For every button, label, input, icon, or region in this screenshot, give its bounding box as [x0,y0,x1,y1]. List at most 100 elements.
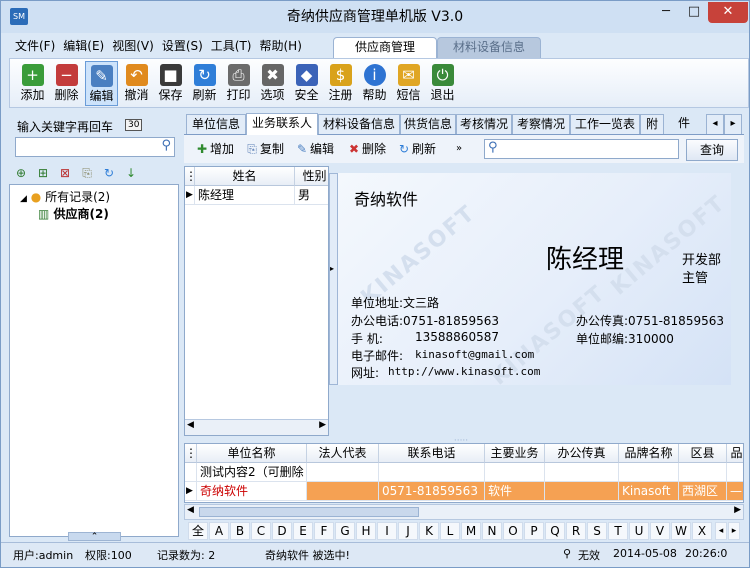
col-legal-rep[interactable]: 法人代表 [307,444,379,463]
supplier-hscroll[interactable]: ◀ ▶ [184,504,744,520]
card-collapse-handle[interactable]: ▸ [329,173,338,385]
tab-unit-info[interactable]: 单位信息 [186,114,246,134]
undo-button[interactable]: ↶ 撤消 [120,61,153,106]
alpha-letter[interactable]: A [209,522,229,540]
edit-button[interactable]: ✎ 编辑 [85,61,118,106]
alpha-all[interactable]: 全 [188,522,208,540]
alpha-letter[interactable]: Q [545,522,565,540]
contact-add-button[interactable]: ✚ 增加 [194,140,234,158]
alpha-letter[interactable]: M [461,522,481,540]
tree-add-icon[interactable]: ⊕ [11,163,31,183]
tree-root[interactable]: ◢ ● 所有记录(2) [20,188,110,205]
alpha-letter[interactable]: L [440,522,460,540]
contact-name-cell[interactable]: 陈经理 [195,186,295,205]
column-header-name[interactable]: 姓名 [195,167,295,186]
save-button[interactable]: ■ 保存 [154,61,187,106]
alpha-letter[interactable]: B [230,522,250,540]
alpha-letter[interactable]: U [629,522,649,540]
ribbon-tab-material[interactable]: 材料设备信息 [437,37,541,58]
col-phone[interactable]: 联系电话 [379,444,485,463]
alpha-letter[interactable]: E [293,522,313,540]
col-fax[interactable]: 办公传真 [545,444,619,463]
vertical-splitter[interactable] [179,113,183,541]
exit-button[interactable]: ⏻ 退出 [426,61,459,106]
toolbar-overflow-icon[interactable]: » [456,140,462,158]
contact-edit-button[interactable]: ✎ 编辑 [294,140,334,158]
scroll-right-icon[interactable]: ▶ [319,420,326,430]
alpha-letter[interactable]: R [566,522,586,540]
tree-delete-icon[interactable]: ⊠ [55,163,75,183]
col-brand[interactable]: 品牌名称 [619,444,679,463]
contacts-hscroll[interactable]: ◀ ▶ [185,419,328,435]
contact-refresh-button[interactable]: ↻ 刷新 [396,140,436,158]
supplier-name-cell[interactable]: 测试内容2（可删除 [197,463,307,482]
tree-group-icon[interactable]: ⊞ [33,163,53,183]
register-button[interactable]: $ 注册 [324,61,357,106]
options-button[interactable]: ✖ 选项 [256,61,289,106]
alpha-letter[interactable]: V [650,522,670,540]
selected-supplier-phone[interactable]: 0571-81859563 [379,482,485,501]
query-button[interactable]: 查询 [686,139,738,161]
alpha-letter[interactable]: P [524,522,544,540]
alpha-letter[interactable]: C [251,522,271,540]
contact-copy-button[interactable]: ⎘ 复制 [244,140,284,158]
alpha-letter[interactable]: O [503,522,523,540]
col-more[interactable]: 品 [727,444,743,463]
scroll-thumb[interactable] [199,507,419,517]
selected-supplier-name[interactable]: 奇纳软件 [197,482,307,501]
keyword-search-input[interactable]: ⚲ [15,137,175,157]
security-button[interactable]: ◆ 安全 [290,61,323,106]
column-header-gender[interactable]: 性别 [295,167,328,186]
scroll-left-icon[interactable]: ◀ [187,505,194,515]
scroll-right-icon[interactable]: ▶ [734,505,741,515]
ribbon-tab-supplier[interactable]: 供应商管理 [333,37,437,58]
search-icon[interactable]: ⚲ [161,138,171,153]
close-button[interactable]: ✕ [708,2,748,23]
alpha-scroll-left-icon[interactable]: ◂ [715,522,727,540]
sms-button[interactable]: ✉ 短信 [392,61,425,106]
add-button[interactable]: + 添加 [16,61,49,106]
alpha-letter[interactable]: G [335,522,355,540]
tab-worklist[interactable]: 工作一览表 [570,114,640,134]
collapse-icon[interactable]: ◢ [20,194,27,204]
scroll-left-icon[interactable]: ◀ [187,420,194,430]
tree-down-icon[interactable]: ↓ [121,163,141,183]
tab-materials[interactable]: 材料设备信息 [318,114,400,134]
alpha-letter[interactable]: F [314,522,334,540]
tab-contacts[interactable]: 业务联系人 [246,113,318,135]
alpha-letter[interactable]: X [692,522,712,540]
tree-refresh-icon[interactable]: ↻ [99,163,119,183]
tree-supplier[interactable]: ▥ 供应商(2) [38,205,109,222]
maximize-button[interactable]: □ [681,2,707,23]
delete-button[interactable]: − 删除 [50,61,83,106]
tab-scroll-left-icon[interactable]: ◂ [706,114,724,134]
alpha-letter[interactable]: J [398,522,418,540]
alpha-letter[interactable]: T [608,522,628,540]
help-button[interactable]: i 帮助 [358,61,391,106]
contact-search-input[interactable]: ⚲ [484,139,679,159]
tab-supply[interactable]: 供货信息 [400,114,456,134]
col-business[interactable]: 主要业务 [485,444,545,463]
alpha-letter[interactable]: D [272,522,292,540]
tab-inspection[interactable]: 考察情况 [512,114,570,134]
minimize-button[interactable]: ─ [652,2,680,23]
horizontal-splitter[interactable]: ····· [441,437,481,446]
refresh-button[interactable]: ↻ 刷新 [188,61,221,106]
tab-scroll-right-icon[interactable]: ▸ [724,114,742,134]
left-splitter-handle[interactable]: ⌃ [68,532,121,542]
tab-attachment[interactable]: 附 [640,114,664,134]
col-district[interactable]: 区县 [679,444,727,463]
col-unit-name[interactable]: 单位名称 [197,444,307,463]
tab-assessment[interactable]: 考核情况 [456,114,512,134]
alpha-letter[interactable]: S [587,522,607,540]
alpha-letter[interactable]: H [356,522,376,540]
tree-copy-icon[interactable]: ⎘ [77,163,97,183]
alpha-letter[interactable]: K [419,522,439,540]
contact-delete-button[interactable]: ✖ 删除 [346,140,386,158]
print-button[interactable]: ⎙ 打印 [222,61,255,106]
alpha-letter[interactable]: N [482,522,502,540]
alpha-scroll-right-icon[interactable]: ▸ [728,522,740,540]
alpha-letter[interactable]: W [671,522,691,540]
alpha-letter[interactable]: I [377,522,397,540]
contact-gender-cell[interactable]: 男 [295,186,328,205]
